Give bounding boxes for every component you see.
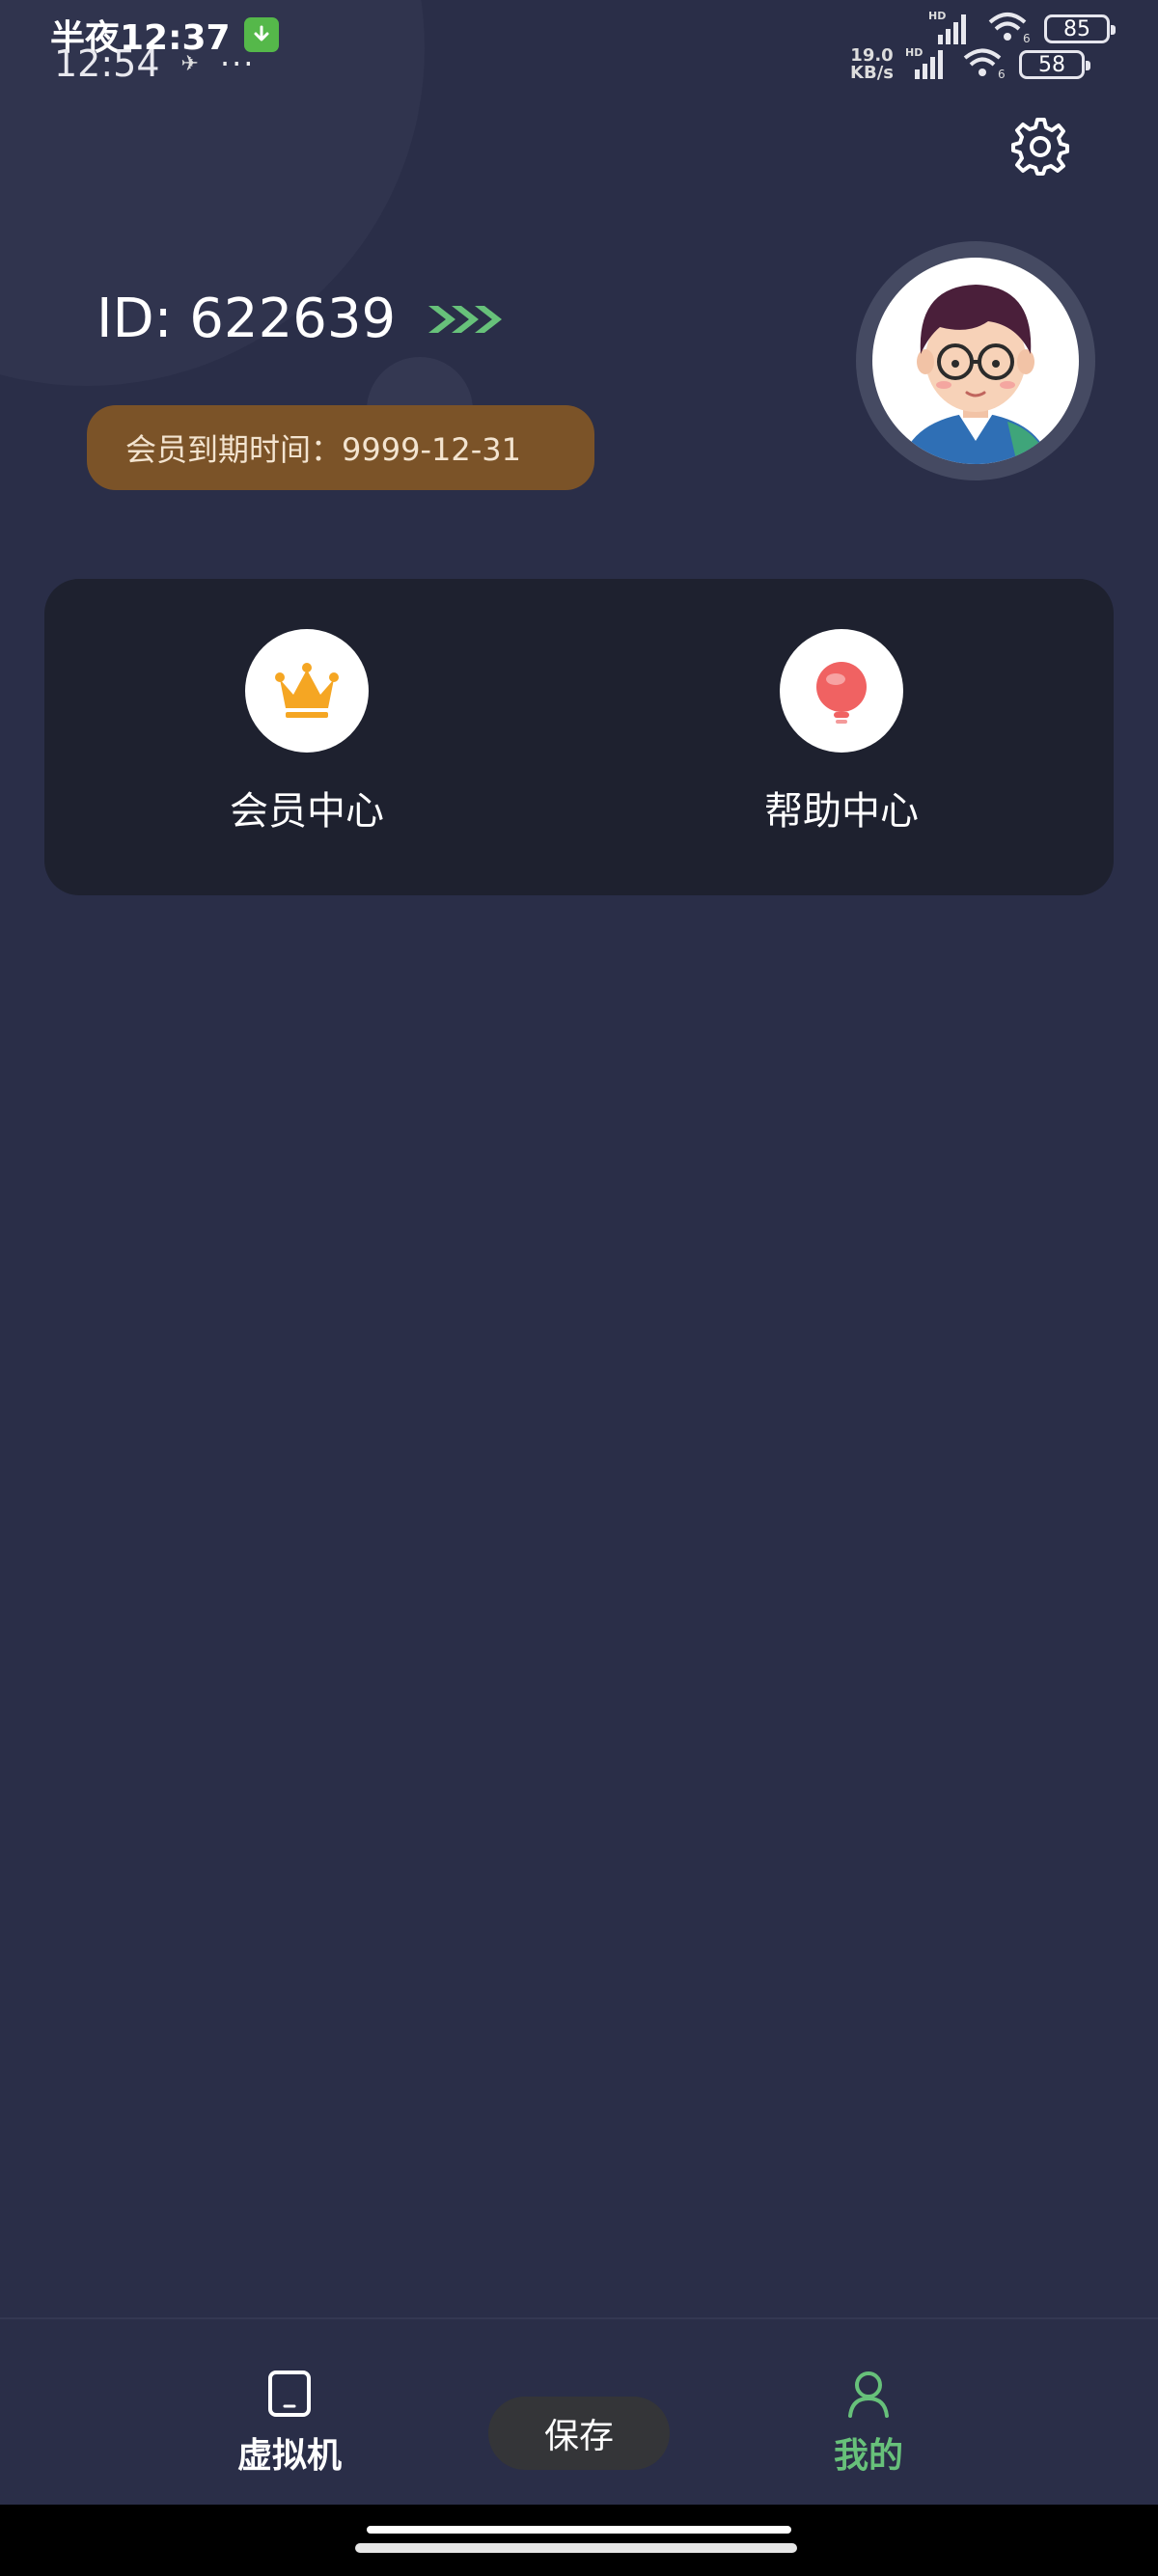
avatar[interactable] xyxy=(856,241,1095,480)
battery-indicator-secondary: 58 xyxy=(1019,50,1090,79)
save-button-label: 保存 xyxy=(543,2417,614,2456)
svg-text:HD: HD xyxy=(905,46,923,59)
nav-virtual-machine[interactable]: 虚拟机 xyxy=(232,2370,347,2478)
home-indicator[interactable] xyxy=(355,2543,797,2553)
battery-level-primary: 85 xyxy=(1063,16,1090,41)
user-id-row[interactable]: ID: 622639 xyxy=(96,288,510,350)
gear-icon xyxy=(1011,118,1069,176)
svg-text:6: 6 xyxy=(1023,32,1031,44)
quick-menu-card: 会员中心 帮助中心 xyxy=(44,579,1114,895)
system-navigation-area xyxy=(0,2505,1158,2576)
avatar-image xyxy=(872,258,1079,464)
signal-icon-secondary: HD xyxy=(905,46,950,83)
status-bar-secondary: 12:54 ✈ ··· xyxy=(54,42,255,85)
user-icon xyxy=(848,2371,889,2418)
network-speed: 19.0 KB/s xyxy=(850,47,894,82)
notification-icon: ✈ xyxy=(180,51,199,76)
wifi-icon: 6 xyxy=(986,10,1031,48)
member-center-button[interactable]: 会员中心 xyxy=(162,629,452,836)
membership-expiry-badge: 会员到期时间：9999-12-31 xyxy=(87,405,594,490)
wifi-icon-secondary: 6 xyxy=(961,46,1007,83)
svg-text:6: 6 xyxy=(998,68,1006,79)
svg-text:HD: HD xyxy=(928,10,946,22)
battery-indicator-primary: 85 xyxy=(1044,14,1116,43)
user-id: ID: 622639 xyxy=(96,288,397,350)
status-time-secondary: 12:54 xyxy=(54,42,160,85)
nav-mine[interactable]: 我的 xyxy=(811,2370,926,2478)
signal-icon: HD xyxy=(928,10,973,48)
status-indicators-secondary: 19.0 KB/s HD 6 58 xyxy=(850,46,1090,83)
save-button[interactable]: 保存 xyxy=(488,2397,670,2470)
triple-chevron-right-icon[interactable] xyxy=(425,300,510,339)
tablet-icon xyxy=(268,2370,311,2417)
membership-expiry-text: 会员到期时间：9999-12-31 xyxy=(125,431,521,468)
settings-button[interactable] xyxy=(1009,116,1071,178)
battery-level-secondary: 58 xyxy=(1038,52,1065,77)
crown-icon xyxy=(245,629,369,753)
help-bulb-icon xyxy=(780,629,903,753)
home-indicator-secondary xyxy=(367,2526,791,2534)
profile-page: 半夜12:37 12:54 ✈ ··· HD 6 85 19.0 KB/s HD… xyxy=(0,0,1158,2576)
nav-mine-label: 我的 xyxy=(833,2436,903,2476)
nav-virtual-machine-label: 虚拟机 xyxy=(236,2436,342,2476)
network-speed-unit: KB/s xyxy=(850,63,894,83)
status-indicators-primary: HD 6 85 xyxy=(928,10,1116,48)
more-notifications-icon: ··· xyxy=(219,45,256,82)
member-center-label: 会员中心 xyxy=(230,789,384,834)
help-center-button[interactable]: 帮助中心 xyxy=(697,629,986,836)
help-center-label: 帮助中心 xyxy=(764,789,919,834)
